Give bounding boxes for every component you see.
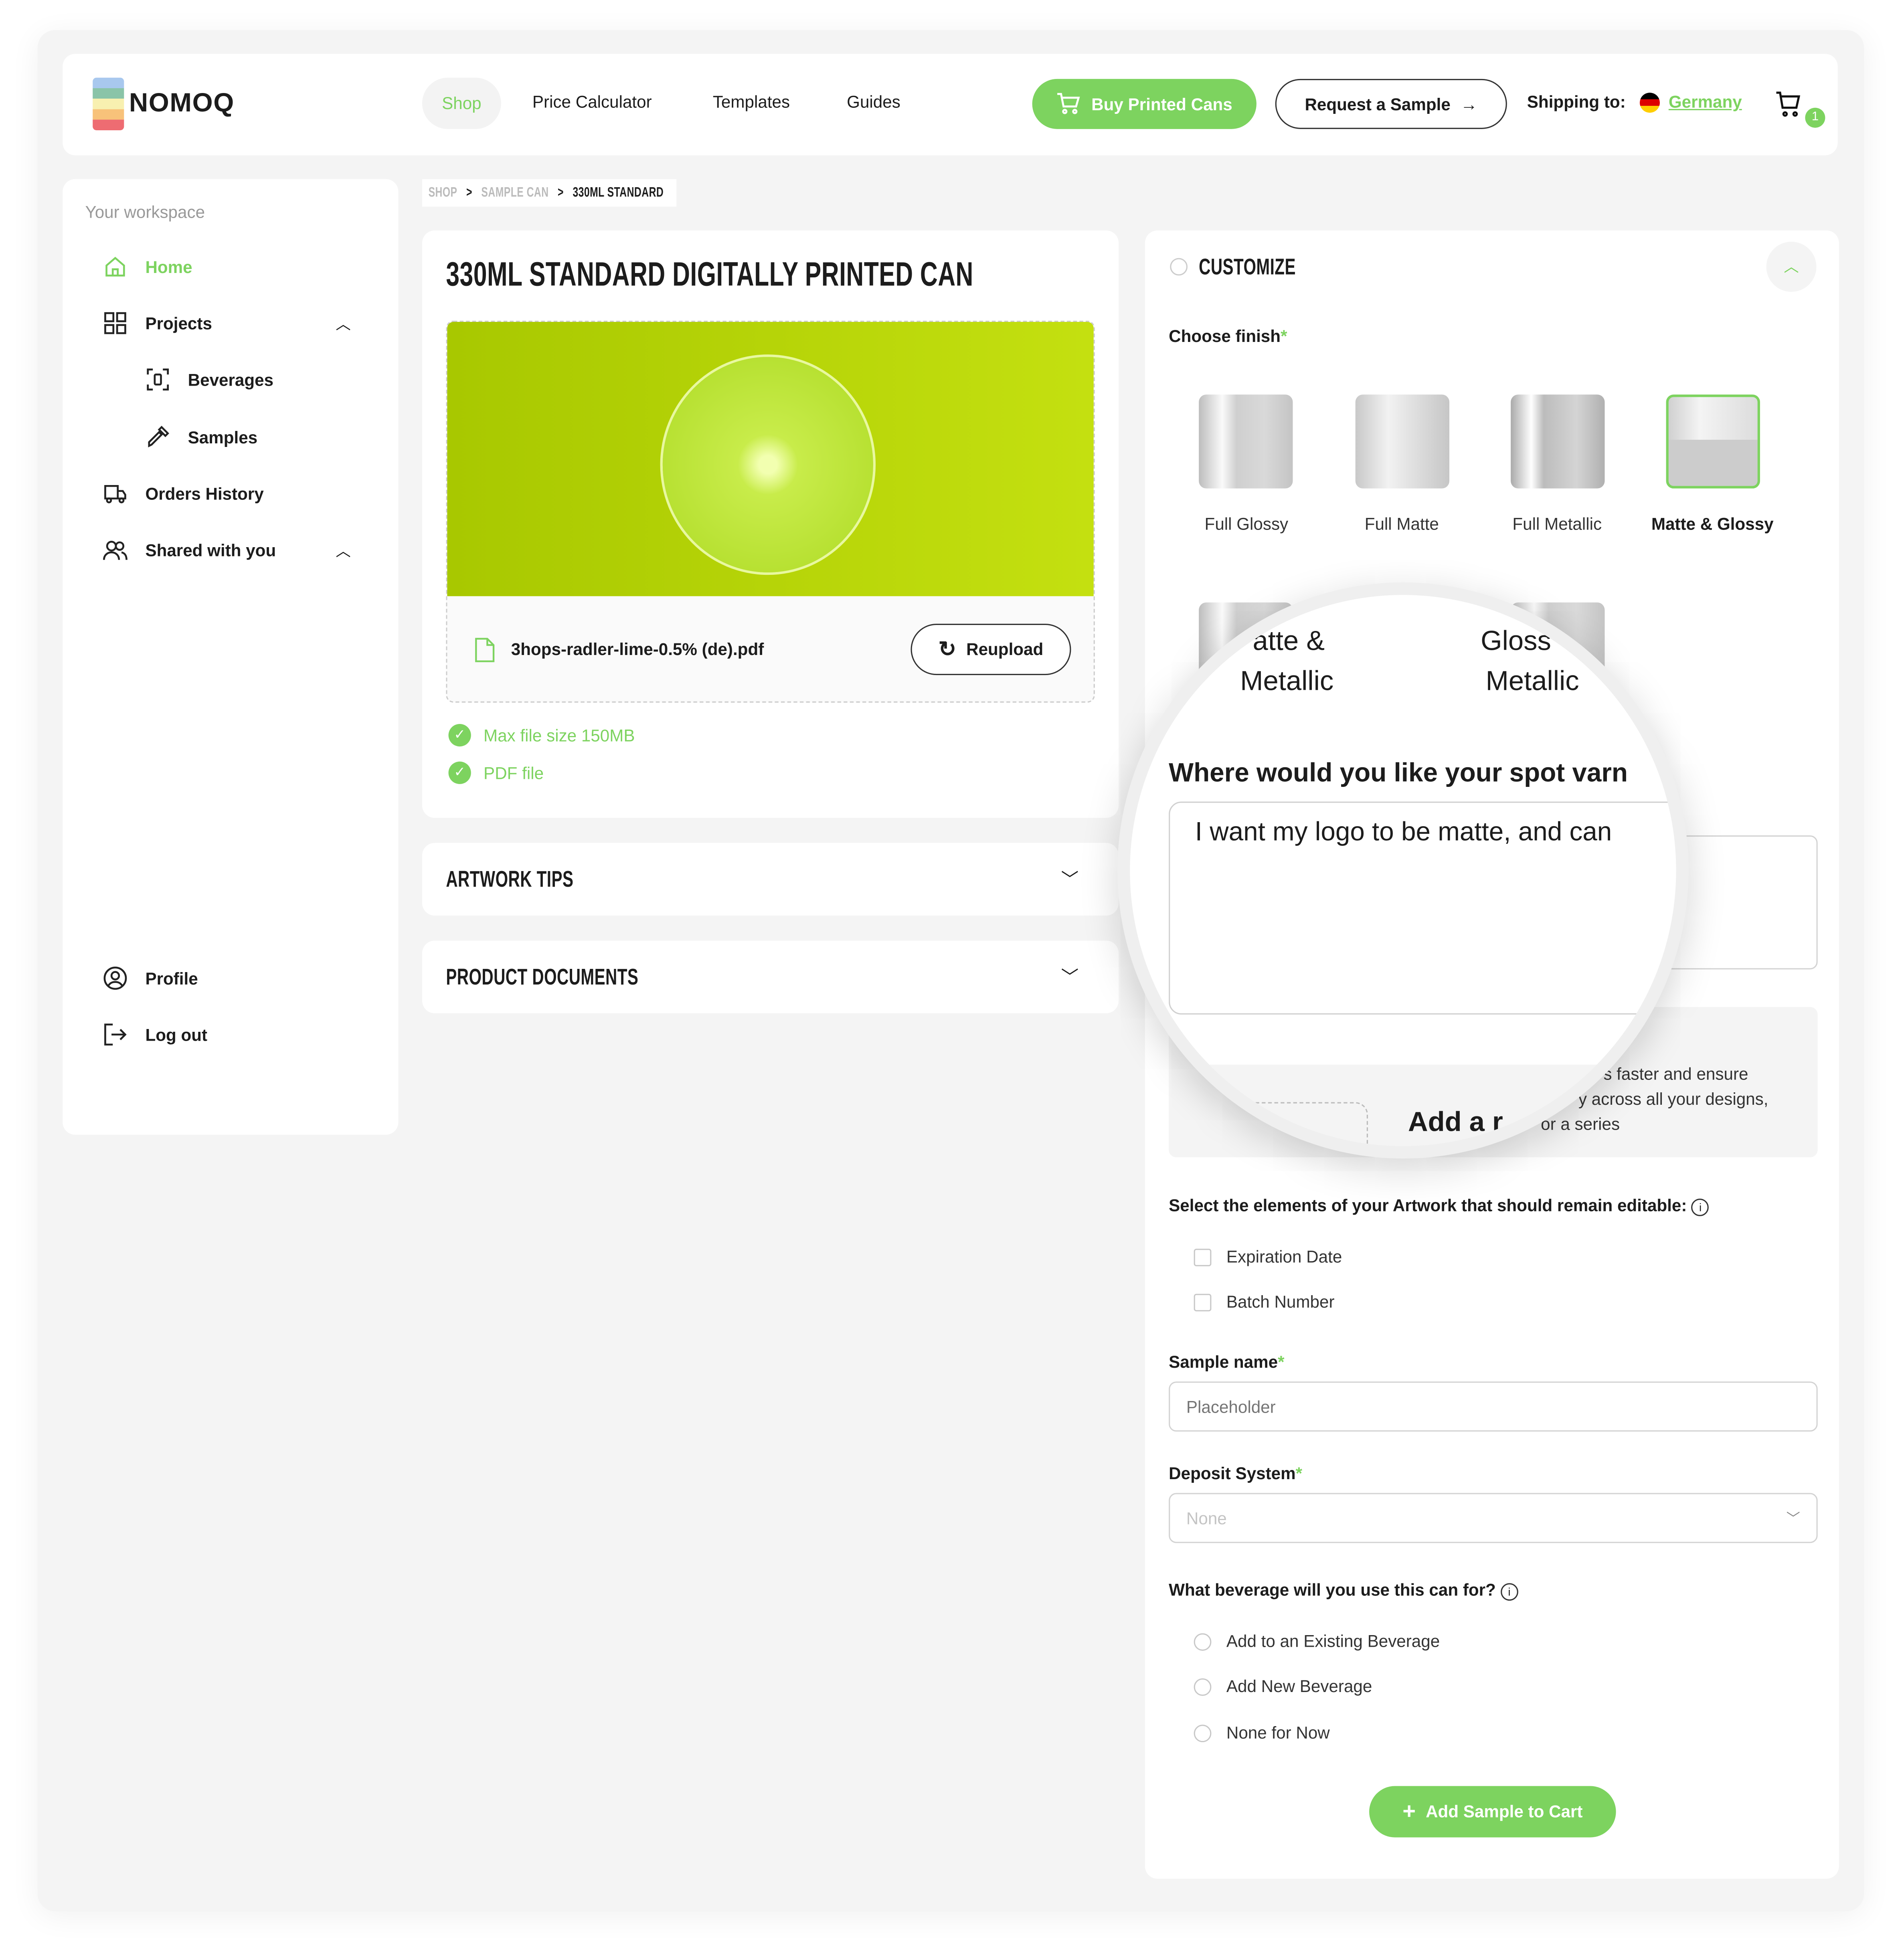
editable-label: Select the elements of your Artwork that… xyxy=(1169,1196,1709,1216)
nav-price-calculator[interactable]: Price Calculator xyxy=(532,93,652,111)
sidebar-item-orders-history[interactable]: Orders History xyxy=(103,481,264,506)
sidebar-item-samples[interactable]: Samples xyxy=(145,425,257,449)
finish-label: Choose finish* xyxy=(1169,327,1287,346)
info-icon[interactable]: i xyxy=(1692,1199,1709,1216)
check-circle-icon: ✓ xyxy=(448,724,471,747)
arrow-right-icon: → xyxy=(1460,94,1478,113)
logo-mark-icon xyxy=(93,77,124,130)
chevron-up-icon[interactable]: ︿ xyxy=(336,313,351,334)
nav-shop[interactable]: Shop xyxy=(422,77,501,129)
sidebar-item-beverages[interactable]: Beverages xyxy=(145,367,273,392)
file-icon xyxy=(475,638,495,662)
breadcrumb-current: 330ML STANDARD xyxy=(573,185,664,200)
checkbox-batch-number[interactable] xyxy=(1194,1294,1212,1312)
customize-title: CUSTOMIZE xyxy=(1199,254,1296,279)
add-sample-to-cart-button[interactable]: + Add Sample to Cart xyxy=(1369,1786,1616,1838)
user-circle-icon xyxy=(103,966,127,990)
shipping-label: Shipping to: xyxy=(1527,93,1626,112)
nav-guides[interactable]: Guides xyxy=(847,93,900,111)
breadcrumb-sample-can[interactable]: SAMPLE CAN xyxy=(481,185,548,200)
checkbox-expiration-date[interactable] xyxy=(1194,1249,1212,1266)
logout-icon xyxy=(104,1023,127,1046)
page-title: 330ML STANDARD DIGITALLY PRINTED CAN xyxy=(446,255,973,293)
logo-text: NOMOQ xyxy=(129,89,235,118)
pipette-icon xyxy=(148,426,169,448)
check-circle-icon: ✓ xyxy=(448,761,471,784)
workspace-label: Your workspace xyxy=(85,203,205,222)
shipping-country-link[interactable]: Germany xyxy=(1669,93,1742,111)
finish-full-matte[interactable] xyxy=(1355,394,1450,489)
scan-icon xyxy=(147,368,169,391)
deposit-system-select[interactable]: None ﹀ xyxy=(1169,1493,1818,1543)
cart-icon[interactable] xyxy=(1775,90,1803,118)
check-item: ✓ PDF file xyxy=(448,761,544,784)
magnifier-lens: atte & Metallic Gloss Metallic Where wou… xyxy=(1117,582,1689,1159)
sidebar-item-profile[interactable]: Profile xyxy=(103,966,198,991)
sidebar-item-home[interactable]: Home xyxy=(103,254,192,279)
sample-name-input[interactable] xyxy=(1169,1381,1818,1432)
reupload-button[interactable]: ↻ Reupload xyxy=(911,624,1071,675)
breadcrumb: SHOP > SAMPLE CAN > 330ML STANDARD xyxy=(422,179,677,207)
artwork-preview-image xyxy=(447,321,1094,596)
customize-step-indicator xyxy=(1170,258,1188,276)
home-icon xyxy=(105,257,125,277)
beverage-label: What beverage will you use this can for?… xyxy=(1169,1581,1518,1601)
radio-existing-beverage[interactable] xyxy=(1194,1633,1212,1651)
buy-printed-cans-button[interactable]: Buy Printed Cans xyxy=(1032,79,1257,129)
chevron-down-icon[interactable]: ﹀ xyxy=(1061,964,1078,989)
nav-templates[interactable]: Templates xyxy=(713,93,790,111)
radio-new-beverage[interactable] xyxy=(1194,1678,1212,1696)
spot-varnish-question: Where would you like your spot varn xyxy=(1169,759,1628,788)
info-icon[interactable]: i xyxy=(1500,1583,1518,1601)
plus-icon: + xyxy=(1402,1798,1416,1824)
lime-slice-image xyxy=(662,357,873,572)
sidebar-item-logout[interactable]: Log out xyxy=(103,1022,207,1047)
chevron-down-icon: ﹀ xyxy=(1786,1512,1800,1527)
collapse-button[interactable]: ︿ xyxy=(1766,242,1817,292)
cart-icon xyxy=(1057,93,1080,114)
request-sample-button[interactable]: Request a Sample → xyxy=(1275,79,1507,129)
finish-full-metallic[interactable] xyxy=(1511,394,1605,489)
spot-varnish-textarea[interactable]: I want my logo to be matte, and can xyxy=(1169,801,1676,1015)
users-icon xyxy=(103,541,127,560)
reference-title: Add a r xyxy=(1408,1106,1503,1138)
deposit-label: Deposit System* xyxy=(1169,1464,1303,1483)
uploaded-file-name: 3hops-radler-lime-0.5% (de).pdf xyxy=(511,640,764,659)
germany-flag-icon xyxy=(1639,93,1660,113)
breadcrumb-shop[interactable]: SHOP xyxy=(429,185,457,200)
grid-icon xyxy=(104,312,126,334)
truck-icon xyxy=(104,485,126,503)
finish-matte-glossy[interactable] xyxy=(1666,394,1760,489)
check-item: ✓ Max file size 150MB xyxy=(448,724,635,747)
cart-count-badge: 1 xyxy=(1805,107,1825,128)
logo[interactable]: NOMOQ xyxy=(93,77,235,130)
radio-none-for-now[interactable] xyxy=(1194,1724,1212,1743)
sidebar-item-shared[interactable]: Shared with you xyxy=(103,537,276,562)
sidebar-item-projects[interactable]: Projects xyxy=(103,311,212,336)
chevron-down-icon[interactable]: ﹀ xyxy=(1061,867,1078,892)
chevron-up-icon[interactable]: ︿ xyxy=(336,540,351,561)
finish-full-glossy[interactable] xyxy=(1199,394,1293,489)
refresh-icon: ↻ xyxy=(938,637,957,661)
sample-name-label: Sample name* xyxy=(1169,1352,1285,1372)
